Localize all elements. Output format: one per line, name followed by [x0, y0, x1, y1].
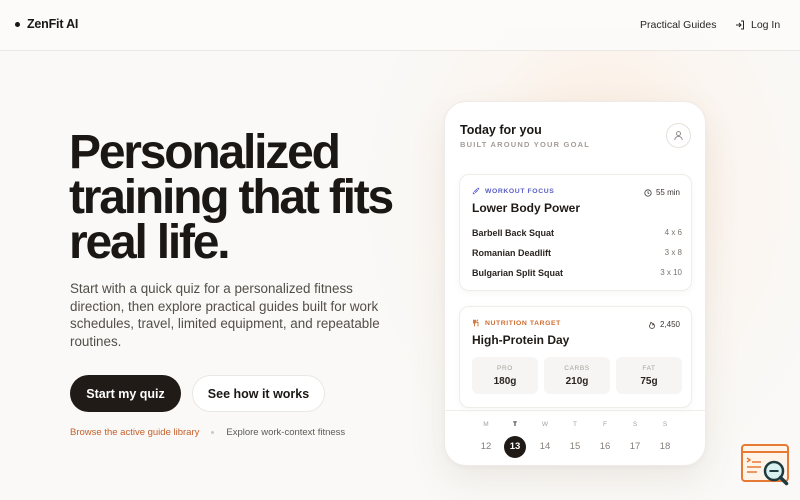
calendar-day[interactable]: S 17: [624, 421, 646, 458]
calendar-day[interactable]: F 16: [594, 421, 616, 458]
calendar-weekday: S: [632, 421, 638, 428]
login-icon: [736, 20, 744, 30]
avatar[interactable]: [666, 123, 691, 148]
nutrition-tag-label: NUTRITION TARGET: [485, 319, 561, 327]
macro-label: CARBS: [564, 364, 590, 372]
workout-card[interactable]: WORKOUT FOCUS 55 min Lower Body Power Ba…: [459, 174, 692, 291]
top-nav: ZenFit AI Practical Guides Log In: [0, 0, 800, 51]
nutrition-card[interactable]: NUTRITION TARGET 2,450 High-Protein Day …: [459, 306, 692, 408]
macro-carbs: CARBS 210g: [544, 357, 610, 394]
clock-icon: [644, 188, 652, 197]
macro-protein: PRO 180g: [472, 357, 538, 394]
exercise-row: Barbell Back Squat 4 x 6: [472, 228, 682, 238]
workout-tag: WORKOUT FOCUS: [472, 187, 554, 195]
calendar-day[interactable]: T 15: [564, 421, 586, 458]
search-report-widget[interactable]: [740, 443, 792, 491]
exercise-name: Barbell Back Squat: [472, 228, 555, 238]
work-context-link[interactable]: Explore work-context fitness: [226, 427, 345, 438]
macro-label: FAT: [642, 364, 656, 372]
workout-duration: 55 min: [644, 188, 680, 197]
brand-name: ZenFit AI: [27, 17, 79, 31]
brand-dot-icon: [15, 21, 20, 27]
calendar-date: 16: [599, 441, 611, 452]
utensils-icon: [473, 319, 479, 327]
calorie-label: 2,450: [659, 320, 680, 329]
calendar-date: 18: [659, 441, 671, 452]
exercise-name: Bulgarian Split Squat: [472, 268, 564, 278]
hero-subtitle: Start with a quick quiz for a personaliz…: [70, 281, 380, 349]
workout-tag-label: WORKOUT FOCUS: [485, 187, 555, 195]
exercise-row: Bulgarian Split Squat 3 x 10: [472, 268, 682, 278]
hero-title: Personalized training that fits real lif…: [69, 126, 394, 269]
calendar-weekday: T: [513, 421, 517, 428]
exercise-sets: 3 x 8: [664, 248, 682, 257]
macro-list: PRO 180g CARBS 210g FAT 75g: [472, 357, 682, 394]
calendar-date: 14: [539, 441, 551, 452]
start-quiz-button[interactable]: Start my quiz: [70, 375, 181, 412]
exercise-row: Romanian Deadlift 3 x 8: [472, 248, 682, 258]
calendar-weekday: W: [541, 421, 549, 428]
calendar-day[interactable]: S 18: [654, 421, 676, 458]
nutrition-title: High-Protein Day: [472, 333, 570, 347]
phone-title: Today for you: [460, 123, 542, 137]
macro-label: PRO: [497, 364, 513, 372]
nutrition-tag: NUTRITION TARGET: [472, 319, 561, 327]
nav-link-practical-guides[interactable]: Practical Guides: [640, 19, 716, 31]
login-link[interactable]: Log In: [735, 19, 780, 31]
macro-value: 75g: [640, 375, 658, 387]
guide-library-link[interactable]: Browse the active guide library: [70, 427, 199, 438]
exercise-name: Romanian Deadlift: [472, 248, 552, 258]
calendar-weekday: T: [573, 421, 577, 428]
brand-logo[interactable]: ZenFit AI: [15, 17, 78, 31]
flame-icon: [649, 321, 655, 329]
calendar-date: 17: [629, 441, 641, 452]
workout-title: Lower Body Power: [472, 201, 581, 215]
link-separator: [211, 431, 215, 434]
exercise-sets: 4 x 6: [664, 228, 682, 237]
hero-links: Browse the active guide library Explore …: [70, 427, 345, 438]
macro-fat: FAT 75g: [616, 357, 682, 394]
phone-subtitle: BUILT AROUND YOUR GOAL: [460, 140, 591, 149]
calendar-day-selected[interactable]: T 13: [504, 421, 526, 458]
login-label: Log In: [751, 19, 781, 31]
user-icon: [674, 131, 683, 141]
dumbbell-icon: [472, 187, 480, 195]
search-document-icon: [741, 444, 789, 486]
see-how-it-works-button[interactable]: See how it works: [192, 375, 325, 412]
macro-value: 210g: [565, 375, 589, 387]
macro-value: 180g: [493, 375, 517, 387]
calorie-count: 2,450: [648, 320, 680, 329]
phone-preview: Today for you BUILT AROUND YOUR GOAL WOR…: [444, 101, 706, 466]
calendar-date: 15: [569, 441, 581, 452]
calendar-date: 12: [480, 441, 492, 452]
calendar-day[interactable]: W 14: [534, 421, 556, 458]
workout-duration-label: 55 min: [655, 188, 680, 197]
calendar-day[interactable]: M 12: [475, 421, 497, 458]
calendar-weekday: M: [483, 421, 489, 428]
calendar-date: 13: [504, 436, 526, 458]
calendar-weekday: S: [662, 421, 668, 428]
week-calendar: M 12 T 13 W 14 T 15 F 16 S 17 S 18: [445, 410, 705, 465]
exercise-sets: 3 x 10: [660, 268, 682, 277]
calendar-weekday: F: [603, 421, 607, 428]
